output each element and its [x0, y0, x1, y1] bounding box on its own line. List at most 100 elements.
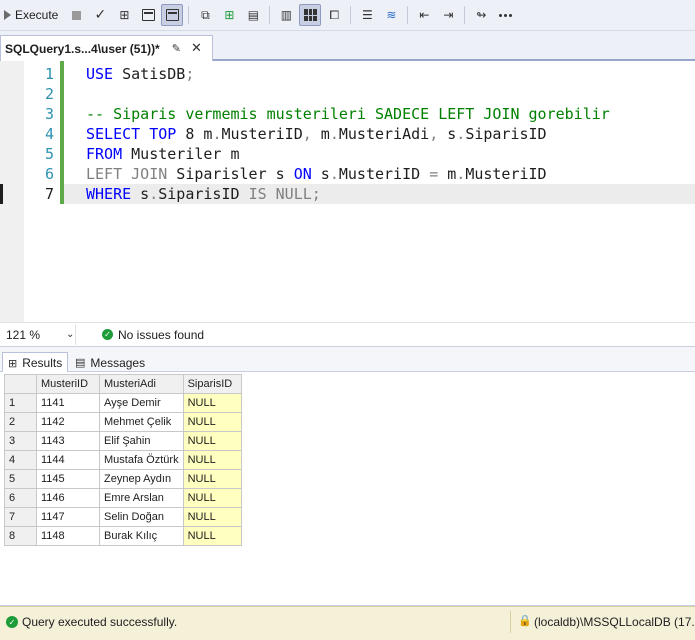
row-number-cell[interactable]: 5	[4, 469, 37, 489]
musteriid-cell[interactable]: 1144	[36, 450, 100, 470]
table-row[interactable]: 7 1147 Selin Doğan NULL	[4, 507, 242, 527]
musteriadi-cell[interactable]: Elif Şahin	[99, 431, 184, 451]
table-row[interactable]: 8 1148 Burak Kılıç NULL	[4, 526, 242, 546]
include-plan-button[interactable]: ⧉	[194, 4, 216, 26]
musteriadi-cell[interactable]: Mehmet Çelik	[99, 412, 184, 432]
execute-button[interactable]: Execute	[2, 3, 64, 27]
musteriid-cell[interactable]: 1146	[36, 488, 100, 508]
code-token: USE	[86, 65, 114, 83]
column-header-musteriadi[interactable]: MusteriAdi	[99, 374, 184, 394]
musteriadi-cell[interactable]: Zeynep Aydın	[99, 469, 184, 489]
musteriid-cell[interactable]: 1142	[36, 412, 100, 432]
code-token: SiparisID	[158, 185, 249, 203]
row-number-cell[interactable]: 3	[4, 431, 37, 451]
uncomment-button[interactable]: ≋	[380, 4, 402, 26]
tab-messages[interactable]: ▤ Messages	[70, 352, 150, 373]
siparisid-cell[interactable]: NULL	[182, 412, 242, 432]
checkmark-icon: ✓	[94, 7, 107, 23]
query-editor[interactable]: 1 2 3 4 5 6 7 USE SatisDB; -- Siparis vermemis …	[0, 61, 695, 322]
musteriadi-cell[interactable]: Emre Arslan	[99, 488, 184, 508]
estimated-plan-button[interactable]: ⊞	[113, 4, 135, 26]
results-grid[interactable]: MusteriID MusteriAdi SiparisID 1 1141 Ayşe…	[4, 374, 242, 546]
decrease-indent-button[interactable]: ⇤	[413, 4, 435, 26]
stop-icon	[71, 10, 81, 20]
issues-text: No issues found	[118, 327, 205, 342]
code-line[interactable]: USE SatisDB;	[86, 64, 194, 84]
row-number-cell[interactable]: 7	[4, 507, 37, 527]
live-plan-icon: ⧉	[201, 7, 210, 22]
results-to-text-button[interactable]	[137, 4, 159, 26]
query-toolbar: Execute ✓ ⊞ ⧉ ⊞ ▤ ▥ ⧠ ☰ ≋ ⇤ ⇥ ↬	[0, 0, 695, 31]
indent-icon: ⇥	[443, 8, 454, 22]
specify-values-button[interactable]: ↬	[470, 4, 492, 26]
column-header-siparisid[interactable]: SiparisID	[182, 374, 242, 394]
code-line[interactable]: FROM Musteriler m	[86, 144, 240, 164]
grid-header-row: MusteriID MusteriAdi SiparisID	[4, 374, 242, 394]
parse-button[interactable]: ✓	[89, 4, 111, 26]
musteriid-cell[interactable]: 1148	[36, 526, 100, 546]
row-number-cell[interactable]: 1	[4, 393, 37, 413]
code-token: FROM	[86, 145, 123, 163]
table-row[interactable]: 5 1145 Zeynep Aydın NULL	[4, 469, 242, 489]
siparisid-cell[interactable]: NULL	[182, 526, 242, 546]
musteriid-cell[interactable]: 1143	[36, 431, 100, 451]
code-token: SiparisID	[465, 125, 547, 143]
code-line[interactable]: SELECT TOP 8 m.MusteriID, m.MusteriAdi, …	[86, 124, 547, 144]
comment-button[interactable]: ☰	[356, 4, 378, 26]
siparisid-cell[interactable]: NULL	[182, 450, 242, 470]
results-grid-area[interactable]: MusteriID MusteriAdi SiparisID 1 1141 Ayşe…	[0, 372, 695, 605]
code-line[interactable]: -- Siparis vermemis musterileri SADECE L…	[86, 104, 610, 124]
code-token: .	[456, 165, 466, 183]
siparisid-cell[interactable]: NULL	[182, 507, 242, 527]
grid-icon: ⊞	[8, 356, 18, 370]
actual-plan-button[interactable]: ⊞	[218, 4, 240, 26]
musteriid-cell[interactable]: 1147	[36, 507, 100, 527]
musteriid-cell[interactable]: 1141	[36, 393, 100, 413]
musteriadi-cell[interactable]: Ayşe Demir	[99, 393, 184, 413]
code-token: m	[311, 125, 330, 143]
code-line[interactable]: LEFT JOIN Siparisler s ON s.MusteriID = …	[86, 164, 547, 184]
table-row[interactable]: 6 1146 Emre Arslan NULL	[4, 488, 242, 508]
more-options-button[interactable]	[494, 4, 516, 26]
column-header-musteriid[interactable]: MusteriID	[36, 374, 100, 394]
code-token: SatisDB	[113, 65, 186, 83]
issues-indicator[interactable]: ✓ No issues found	[102, 328, 204, 342]
row-number-header[interactable]	[4, 374, 37, 394]
musteriadi-cell[interactable]: Mustafa Öztürk	[99, 450, 184, 470]
cancel-query-button[interactable]	[65, 4, 87, 26]
grid-body: 1 1141 Ayşe Demir NULL 2 1142 Mehmet Çelik NULL…	[4, 393, 242, 546]
code-token: MusteriAdi	[338, 125, 430, 143]
tab-messages-label: Messages	[90, 355, 146, 370]
musteriid-cell[interactable]: 1145	[36, 469, 100, 489]
tab-sqlquery1[interactable]: SQLQuery1.s...4\user (51))* ✎ ✕	[0, 35, 213, 61]
results-to-file-button[interactable]: ▥	[275, 4, 297, 26]
musteriadi-cell[interactable]: Selin Doğan	[99, 507, 184, 527]
tab-results[interactable]: ⊞ Results	[2, 352, 69, 373]
row-number-cell[interactable]: 8	[4, 526, 37, 546]
siparisid-cell[interactable]: NULL	[182, 431, 242, 451]
check-circle-icon: ✓	[102, 329, 113, 340]
code-token: Siparisler s	[167, 165, 294, 183]
siparisid-cell[interactable]: NULL	[182, 393, 242, 413]
pin-icon[interactable]: ✎	[172, 42, 181, 55]
table-row[interactable]: 3 1143 Elif Şahin NULL	[4, 431, 242, 451]
musteriadi-cell[interactable]: Burak Kılıç	[99, 526, 184, 546]
results-to-grid-button[interactable]	[161, 4, 184, 26]
table-row[interactable]: 4 1144 Mustafa Öztürk NULL	[4, 450, 242, 470]
siparisid-cell[interactable]: NULL	[182, 488, 242, 508]
line-number: 6	[44, 165, 54, 183]
table-row[interactable]: 2 1142 Mehmet Çelik NULL	[4, 412, 242, 432]
table-row[interactable]: 1 1141 Ayşe Demir NULL	[4, 393, 242, 413]
client-statistics-button[interactable]: ▤	[242, 4, 264, 26]
increase-indent-button[interactable]: ⇥	[437, 4, 459, 26]
row-number-cell[interactable]: 2	[4, 412, 37, 432]
zoom-dropdown[interactable]: 121 % ⌄	[4, 324, 76, 345]
toolbar-separator	[464, 6, 466, 24]
grid-view-button[interactable]	[299, 4, 322, 26]
copy-button[interactable]: ⧠	[323, 4, 345, 26]
row-number-cell[interactable]: 6	[4, 488, 37, 508]
close-icon[interactable]: ✕	[191, 41, 202, 56]
code-line[interactable]: WHERE s.SiparisID IS NULL;	[86, 184, 321, 204]
siparisid-cell[interactable]: NULL	[182, 469, 242, 489]
row-number-cell[interactable]: 4	[4, 450, 37, 470]
